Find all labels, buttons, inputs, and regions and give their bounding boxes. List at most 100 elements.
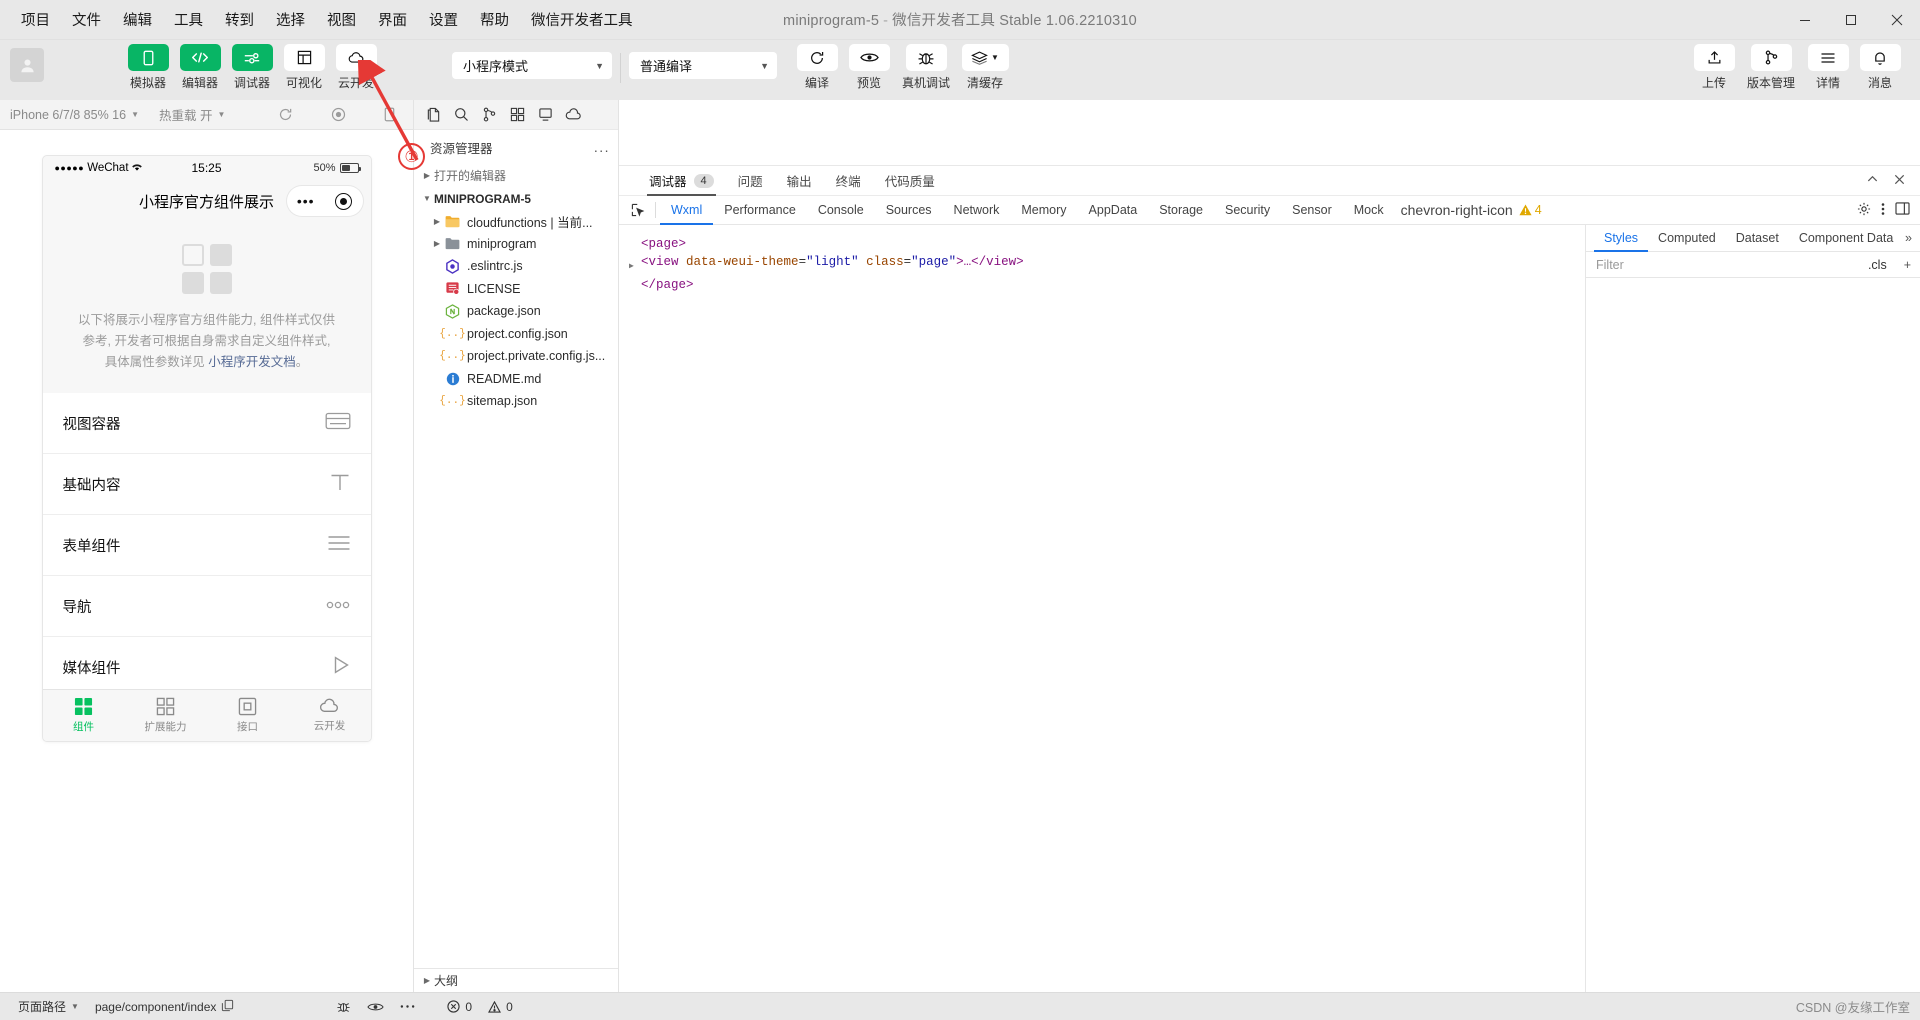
menu-item-view[interactable]: 视图 (316, 5, 367, 34)
gear-icon[interactable] (1857, 202, 1871, 219)
inspector-tab-storage[interactable]: Storage (1148, 196, 1214, 225)
menu-item-help[interactable]: 帮助 (469, 5, 520, 34)
close-icon[interactable] (1874, 0, 1920, 40)
styles-tab-computed[interactable]: Computed (1648, 225, 1726, 252)
list-item[interactable]: 基础内容 (42, 454, 371, 515)
kebab-icon[interactable] (1881, 202, 1885, 219)
capsule-buttons[interactable]: ••• (286, 186, 363, 216)
toolbar-visual[interactable]: 可视化 (278, 44, 330, 91)
menu-item-interface[interactable]: 界面 (367, 5, 418, 34)
file-row-sitemap[interactable]: {..} sitemap.json (414, 390, 618, 413)
project-root-section[interactable]: ▼ MINIPROGRAM-5 (414, 187, 618, 210)
chevron-right-icon[interactable]: chevron-right-icon (1395, 196, 1519, 225)
eye-status-icon[interactable] (359, 993, 392, 1020)
inspector-tab-mock[interactable]: Mock (1343, 196, 1395, 225)
inspector-tab-console[interactable]: Console (807, 196, 875, 225)
more-icon[interactable]: ••• (297, 194, 315, 208)
file-row-eslintrc[interactable]: .eslintrc.js (414, 255, 618, 278)
styles-filter-input[interactable]: Filter (1586, 258, 1860, 272)
toolbar-debugger[interactable]: 调试器 (226, 44, 278, 91)
compile-select[interactable]: 普通编译 ▼ (629, 52, 777, 79)
toolbar-preview[interactable]: 预览 (843, 44, 895, 91)
outline-section[interactable]: ▶ 大纲 (414, 968, 618, 992)
toolbar-editor[interactable]: 编辑器 (174, 44, 226, 91)
page-path-value-group[interactable]: page/component/index (87, 993, 242, 1020)
inspector-tab-performance[interactable]: Performance (713, 196, 807, 225)
menu-item-project[interactable]: 项目 (10, 5, 61, 34)
phone-tab-cloud[interactable]: 云开发 (289, 690, 371, 741)
phone-tab-component[interactable]: 组件 (43, 690, 125, 741)
refresh-icon[interactable] (269, 100, 302, 130)
docs-link[interactable]: 小程序开发文档 (208, 355, 296, 369)
file-row-package-json[interactable]: package.json (414, 300, 618, 323)
toolbar-messages[interactable]: 消息 (1854, 44, 1906, 91)
inspector-tab-sources[interactable]: Sources (875, 196, 943, 225)
debug-icon[interactable] (532, 102, 558, 128)
copy-icon[interactable] (221, 999, 234, 1015)
search-icon[interactable] (448, 102, 474, 128)
minimize-icon[interactable] (1782, 0, 1828, 40)
inspector-tab-sensor[interactable]: Sensor (1281, 196, 1343, 225)
toolbar-compile[interactable]: 编译 (791, 44, 843, 91)
close-icon[interactable] (1893, 173, 1906, 189)
inspector-tab-network[interactable]: Network (943, 196, 1011, 225)
device-select[interactable]: iPhone 6/7/8 85% 16 ▼ (0, 100, 149, 130)
toolbar-clear-cache[interactable]: ▼ 清缓存 (957, 44, 1013, 91)
toolbar-details[interactable]: 详情 (1802, 44, 1854, 91)
file-row-readme[interactable]: README.md (414, 368, 618, 391)
tab-debugger[interactable]: 调试器 4 (637, 166, 726, 196)
menu-item-edit[interactable]: 编辑 (112, 5, 163, 34)
chevron-right-icon[interactable]: ▶ (430, 217, 444, 226)
source-control-icon[interactable] (476, 102, 502, 128)
dock-icon[interactable] (1895, 202, 1910, 218)
list-item[interactable]: 视图容器 (42, 393, 371, 454)
inspector-tab-wxml[interactable]: Wxml (660, 196, 713, 225)
chevron-right-icon[interactable]: ▶ (629, 253, 641, 276)
record-icon[interactable] (322, 100, 355, 130)
menu-item-file[interactable]: 文件 (61, 5, 112, 34)
extensions-icon[interactable] (504, 102, 530, 128)
styles-cls-toggle[interactable]: .cls (1860, 258, 1895, 272)
dom-line-2[interactable]: ▶ <view data-weui-theme = "light" class = "pa… (629, 253, 1585, 276)
phone-tab-extend[interactable]: 扩展能力 (125, 690, 207, 741)
page-path-select[interactable]: 页面路径 ▼ (10, 993, 87, 1020)
error-count[interactable]: 0 (439, 993, 480, 1020)
hot-reload-select[interactable]: 热重载 开 ▼ (149, 100, 235, 130)
file-row-cloudfunctions[interactable]: ▶ cloudfunctions | 当前... (414, 210, 618, 233)
inspector-tab-security[interactable]: Security (1214, 196, 1281, 225)
file-row-project-config[interactable]: {..} project.config.json (414, 323, 618, 346)
chevron-right-icon[interactable]: » (1905, 231, 1920, 245)
list-item[interactable]: 导航 (42, 576, 371, 637)
styles-tab-dataset[interactable]: Dataset (1726, 225, 1789, 252)
warning-count[interactable]: 4 (1519, 203, 1542, 217)
tab-code-quality[interactable]: 代码质量 (873, 166, 947, 196)
collapse-icon[interactable] (1866, 173, 1879, 189)
toolbar-version[interactable]: 版本管理 (1740, 44, 1802, 91)
tab-problems[interactable]: 问题 (726, 166, 775, 196)
styles-tab-styles[interactable]: Styles (1594, 225, 1648, 252)
tab-output[interactable]: 输出 (775, 166, 824, 196)
add-rule-icon[interactable]: + (1895, 258, 1920, 272)
file-row-project-private-config[interactable]: {..} project.private.config.js... (414, 345, 618, 368)
inspector-tab-memory[interactable]: Memory (1010, 196, 1077, 225)
warning-status-count[interactable]: 0 (480, 993, 521, 1020)
menu-item-tools[interactable]: 工具 (163, 5, 214, 34)
menu-item-select[interactable]: 选择 (265, 5, 316, 34)
avatar[interactable] (10, 48, 44, 82)
maximize-icon[interactable] (1828, 0, 1874, 40)
kebab-status-icon[interactable] (392, 993, 423, 1020)
inspector-tab-appdata[interactable]: AppData (1078, 196, 1149, 225)
cloud-dev-icon[interactable] (560, 102, 586, 128)
list-item[interactable]: 媒体组件 (42, 637, 371, 689)
inspect-element-icon[interactable] (625, 196, 651, 225)
open-editors-section[interactable]: ▶ 打开的编辑器 (414, 164, 618, 187)
kebab-icon[interactable]: ... (594, 139, 610, 155)
file-row-miniprogram[interactable]: ▶ miniprogram (414, 233, 618, 256)
menu-item-devtools[interactable]: 微信开发者工具 (520, 5, 644, 34)
toolbar-simulator[interactable]: 模拟器 (122, 44, 174, 91)
close-target-icon[interactable] (335, 192, 353, 210)
editor-area[interactable] (619, 100, 1920, 166)
mode-select[interactable]: 小程序模式 ▼ (452, 52, 612, 79)
chevron-right-icon[interactable]: ▶ (430, 239, 444, 248)
menu-item-goto[interactable]: 转到 (214, 5, 265, 34)
